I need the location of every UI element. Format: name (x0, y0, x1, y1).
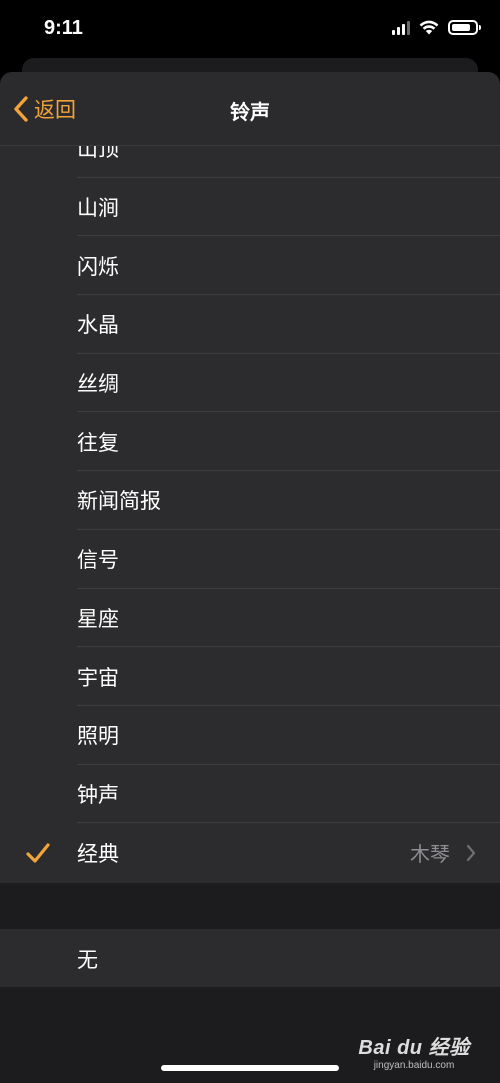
page-title: 铃声 (230, 100, 270, 124)
cellular-signal-icon (392, 20, 410, 35)
ringtone-option[interactable]: 照明 (0, 706, 500, 765)
status-bar: 9:11 (0, 0, 500, 60)
ringtone-list[interactable]: 山顶山涧闪烁水晶丝绸往复新闻简报信号星座宇宙照明钟声经典 木琴 (0, 146, 500, 883)
ringtone-option[interactable]: 新闻简报 (0, 471, 500, 530)
home-indicator[interactable] (161, 1065, 339, 1071)
ringtone-label: 照明 (77, 724, 119, 749)
ringtone-label: 山涧 (77, 196, 119, 221)
ringtone-option[interactable]: 往复 (0, 412, 500, 472)
watermark-url: jingyan.baidu.com (373, 1060, 455, 1071)
ringtone-label: 闪烁 (77, 254, 119, 279)
ringtone-label: 山顶 (77, 146, 119, 162)
ringtone-label: 水晶 (77, 313, 119, 338)
ringtone-option[interactable]: 钟声 (0, 765, 500, 824)
ringtone-label: 丝绸 (77, 372, 119, 397)
status-time: 9:11 (44, 17, 83, 39)
navigation-bar: 返回 铃声 (0, 72, 500, 146)
ringtone-label: 无 (77, 948, 98, 972)
ringtone-list-content: 山顶山涧闪烁水晶丝绸往复新闻简报信号星座宇宙照明钟声经典 木琴 (0, 146, 500, 882)
baidu-jingyan-watermark: Bai du 经验 jingyan.baidu.com (354, 1031, 474, 1071)
chevron-right-icon (466, 844, 476, 861)
ringtone-option[interactable]: 信号 (0, 530, 500, 589)
ringtone-label: 新闻简报 (77, 489, 161, 514)
ringtone-option[interactable]: 丝绸 (0, 354, 500, 413)
ringtone-option[interactable]: 星座 (0, 589, 500, 648)
battery-icon (448, 20, 481, 35)
watermark-logo: Bai du 经验 (358, 1037, 470, 1059)
ringtone-label: 宇宙 (77, 665, 119, 690)
wifi-icon (419, 20, 439, 35)
ringtone-option[interactable]: 山涧 (0, 178, 500, 237)
ringtone-label: 信号 (77, 548, 119, 573)
checkmark-icon (26, 842, 50, 863)
ringtone-label: 经典 (77, 841, 119, 866)
ringtone-sheet: 返回 铃声 山顶山涧闪烁水晶丝绸往复新闻简报信号星座宇宙照明钟声经典 木琴 无 B… (0, 72, 500, 1083)
ringtone-option[interactable]: 闪烁 (0, 236, 500, 296)
ringtone-label: 钟声 (77, 782, 119, 807)
ringtone-label: 往复 (77, 430, 119, 455)
ringtone-option-none[interactable]: 无 (0, 929, 500, 987)
ringtone-option[interactable]: 山顶 (0, 146, 500, 178)
ringtone-label: 星座 (77, 606, 119, 631)
ringtone-option[interactable]: 经典 木琴 (0, 823, 500, 882)
section-gap (0, 883, 500, 929)
ringtone-option[interactable]: 水晶 (0, 295, 500, 354)
ringtone-detail: 木琴 (410, 842, 450, 867)
ringtone-option[interactable]: 宇宙 (0, 647, 500, 706)
status-icons (392, 20, 481, 35)
